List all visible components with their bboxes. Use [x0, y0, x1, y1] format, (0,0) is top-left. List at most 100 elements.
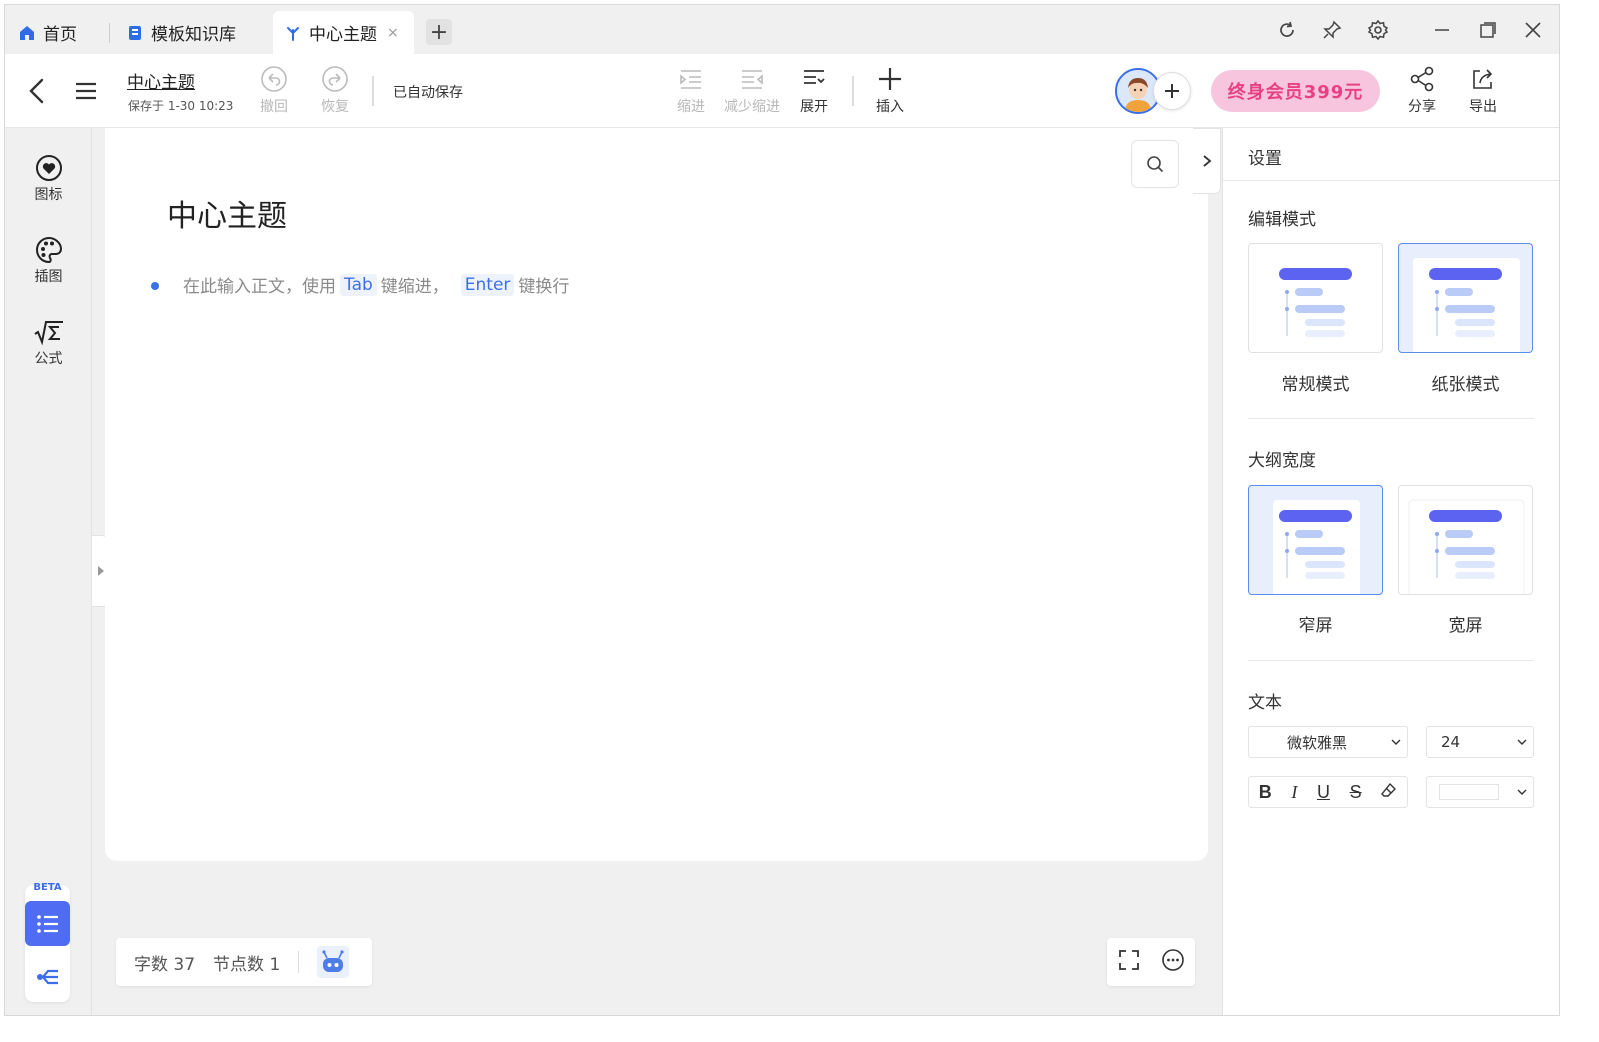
rail-formula-button[interactable]: 公式 [5, 316, 92, 368]
node-count: 节点数 1 [213, 954, 281, 975]
tab-template-library[interactable]: 模板知识库 [125, 11, 236, 54]
minimize-icon[interactable] [1427, 15, 1457, 45]
expand-label: 展开 [800, 99, 828, 115]
wide-width-card[interactable] [1398, 485, 1533, 595]
indent-label: 缩进 [677, 99, 705, 115]
rail-icons-button[interactable]: 图标 [5, 152, 92, 204]
edit-mode-heading: 编辑模式 [1248, 210, 1316, 230]
menu-icon[interactable] [75, 81, 97, 105]
share-button[interactable]: 分享 [1392, 62, 1452, 116]
paper-mode-preview [1413, 258, 1520, 352]
chevron-down-icon [1391, 739, 1401, 745]
normal-mode-card[interactable] [1248, 243, 1383, 353]
doc-title-link[interactable]: 中心主题 [127, 68, 195, 93]
export-button[interactable]: 导出 [1453, 62, 1513, 116]
home-icon [17, 23, 37, 43]
add-collaborator-button[interactable] [1153, 72, 1191, 110]
plus-icon [1165, 84, 1179, 98]
left-rail: 图标 插图 公式 BETA [5, 128, 92, 1015]
outline-bullet[interactable] [151, 282, 159, 290]
formula-icon [5, 316, 92, 348]
placeholder-text: 键换行 [518, 277, 570, 297]
promo-banner[interactable]: 终身会员399元 [1211, 70, 1380, 112]
font-family-select[interactable]: 微软雅黑 [1248, 726, 1408, 758]
undo-button[interactable]: 撤回 [244, 62, 304, 116]
rail-illustration-button[interactable]: 插图 [5, 234, 92, 286]
heart-icon [5, 152, 92, 184]
add-tab-button[interactable]: + [426, 19, 452, 45]
restore-icon[interactable] [1473, 15, 1503, 45]
rail-label: 公式 [34, 351, 63, 367]
gear-icon[interactable] [1363, 15, 1393, 45]
caret-right-icon [98, 566, 104, 576]
indent-button[interactable]: 缩进 [661, 62, 721, 116]
collapse-right-panel-button[interactable] [1193, 128, 1221, 194]
eraser-icon[interactable] [1381, 782, 1397, 803]
paper-mode-card[interactable] [1398, 243, 1533, 353]
redo-icon [305, 62, 365, 96]
color-swatch [1439, 784, 1499, 800]
text-color-select[interactable] [1426, 776, 1534, 808]
chevron-down-icon [1517, 789, 1527, 795]
italic-icon[interactable]: I [1291, 782, 1297, 803]
underline-icon[interactable]: U [1317, 782, 1330, 803]
undo-label: 撤回 [260, 99, 288, 115]
autosave-status: 已自动保存 [393, 85, 463, 101]
strikethrough-icon[interactable]: S [1350, 782, 1362, 803]
tab-label: 模板知识库 [151, 25, 236, 45]
close-tab-icon[interactable]: × [387, 25, 399, 41]
mindmap-view-button[interactable] [25, 957, 70, 997]
fullscreen-icon[interactable] [1118, 949, 1140, 975]
text-heading: 文本 [1248, 693, 1282, 713]
mode-label: 常规模式 [1281, 375, 1350, 395]
expand-icon [784, 62, 844, 96]
tab-divider [109, 23, 110, 43]
outline-view-button[interactable] [25, 901, 70, 946]
pin-icon[interactable] [1317, 15, 1347, 45]
tab-bar: 首页 模板知识库 中心主题 × + [5, 5, 1559, 54]
narrow-width-card[interactable] [1248, 485, 1383, 595]
settings-panel: 设置 编辑模式 常规模式 纸张模式 大纲宽度 窄屏 宽屏 文本 微软雅黑 24 … [1222, 128, 1559, 1015]
text-format-group: B I U S [1248, 776, 1408, 808]
saved-time: 保存于 1-30 10:23 [128, 99, 234, 113]
tab-home[interactable]: 首页 [17, 11, 77, 54]
outdent-label: 减少缩进 [724, 99, 780, 115]
tab-label: 首页 [43, 25, 77, 45]
outdent-icon [722, 62, 782, 96]
insert-button[interactable]: 插入 [860, 62, 920, 116]
view-switcher: BETA [25, 882, 70, 1002]
bold-icon[interactable]: B [1259, 782, 1272, 803]
central-topic-title[interactable]: 中心主题 [167, 191, 287, 235]
rail-label: 图标 [34, 187, 63, 203]
close-window-icon[interactable] [1518, 15, 1548, 45]
status-divider [298, 951, 300, 973]
back-icon[interactable] [27, 78, 47, 108]
section-divider [1248, 660, 1534, 661]
status-bar: 字数 37 节点数 1 [116, 938, 372, 986]
editor-canvas[interactable]: 中心主题 在此输入正文，使用 Tab 键缩进， Enter 键换行 [105, 128, 1208, 861]
chevron-right-icon [1202, 155, 1211, 167]
width-heading: 大纲宽度 [1248, 451, 1316, 471]
mode-label: 纸张模式 [1431, 375, 1500, 395]
font-size-select[interactable]: 24 [1426, 726, 1534, 758]
enter-key-hint: Enter [460, 273, 515, 296]
toolbar: 中心主题 保存于 1-30 10:23 撤回 恢复 已自动保存 缩进 减少缩进 … [5, 54, 1559, 128]
ai-assistant-button[interactable] [317, 946, 350, 978]
insert-label: 插入 [876, 99, 904, 115]
tab-mindmap[interactable]: 中心主题 × [273, 11, 414, 54]
outdent-button[interactable]: 减少缩进 [722, 62, 782, 116]
app-window: 首页 模板知识库 中心主题 × + 中心主题 保存于 1-30 10:23 撤回… [4, 4, 1560, 1016]
redo-button[interactable]: 恢复 [305, 62, 365, 116]
expand-button[interactable]: 展开 [784, 62, 844, 116]
list-icon [36, 914, 58, 933]
body-placeholder[interactable]: 在此输入正文，使用 Tab 键缩进， Enter 键换行 [183, 272, 569, 297]
redo-label: 恢复 [321, 99, 349, 115]
template-library-icon [125, 23, 145, 43]
beta-badge: BETA [33, 882, 62, 893]
search-button[interactable] [1131, 140, 1179, 188]
wide-width-preview [1408, 499, 1525, 594]
more-icon[interactable] [1161, 948, 1185, 976]
robot-icon [322, 950, 344, 972]
refresh-icon[interactable] [1272, 15, 1302, 45]
plus-icon [860, 62, 920, 96]
